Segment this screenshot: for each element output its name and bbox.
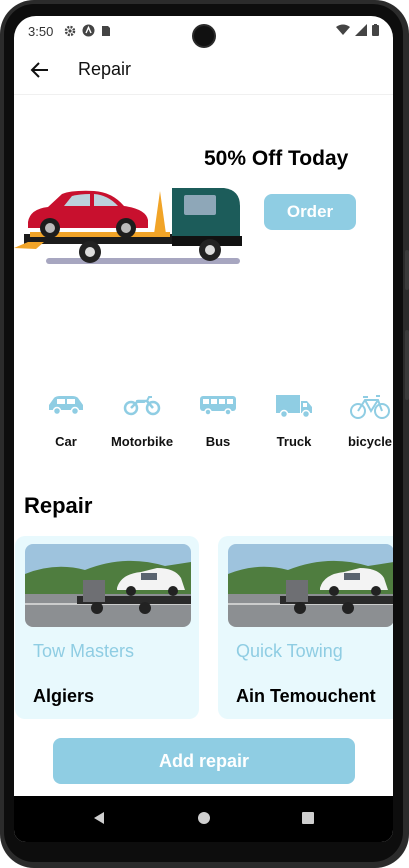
power-button [405, 330, 409, 400]
bus-icon [200, 396, 236, 416]
repair-card[interactable]: Tow Masters Algiers [15, 536, 199, 719]
category-label: bicycle [347, 434, 393, 449]
nav-back-icon[interactable] [92, 811, 106, 825]
category-car[interactable]: Car [31, 394, 101, 449]
tow-truck-photo [25, 544, 191, 627]
settings-icon [64, 25, 76, 36]
page-title: Repair [78, 59, 132, 79]
vehicle-categories: Car Motorbike Bus Truck bicycle [30, 394, 393, 464]
add-repair-button[interactable]: Add repair [53, 738, 355, 784]
category-label: Bus [205, 434, 231, 449]
nav-home-icon[interactable] [198, 812, 210, 824]
category-bicycle[interactable]: bicycle [335, 394, 393, 449]
app-notification-icon [82, 24, 95, 37]
tow-truck-illustration [14, 188, 242, 264]
repair-card[interactable]: Quick Towing Ain Temouchent [218, 536, 393, 719]
repair-name: Tow Masters [33, 641, 135, 661]
repair-name: Quick Towing [236, 641, 343, 661]
sim-card-icon [102, 25, 110, 36]
category-label: Car [55, 434, 77, 449]
truck-icon [276, 395, 312, 419]
phone-frame: 3:50 Repair 50% Off Today Order Car Moto… [0, 0, 409, 868]
motorbike-icon [123, 396, 161, 416]
bicycle-icon [350, 395, 390, 419]
category-label: Motorbike [110, 434, 174, 449]
category-motorbike[interactable]: Motorbike [107, 394, 177, 449]
tow-truck-photo [228, 544, 393, 627]
car-icon [49, 396, 83, 416]
front-camera [194, 26, 214, 46]
app-bar: Repair [14, 46, 393, 95]
app-screen: 3:50 Repair 50% Off Today Order Car Moto… [14, 16, 393, 842]
repair-city: Ain Temouchent [236, 686, 376, 706]
category-label: Truck [276, 434, 312, 449]
category-bus[interactable]: Bus [183, 394, 253, 449]
back-arrow-icon[interactable] [28, 58, 52, 82]
order-button[interactable]: Order [264, 194, 356, 230]
battery-icon [372, 24, 379, 36]
signal-icon [355, 24, 367, 36]
promo-title: 50% Off Today [204, 147, 349, 170]
system-nav-bar [14, 796, 393, 842]
nav-recents-icon[interactable] [302, 812, 314, 824]
section-title: Repair [24, 493, 93, 518]
category-truck[interactable]: Truck [259, 394, 329, 449]
wifi-icon [336, 24, 350, 35]
volume-button [405, 250, 409, 290]
status-time: 3:50 [28, 24, 54, 39]
repair-city: Algiers [33, 686, 95, 706]
